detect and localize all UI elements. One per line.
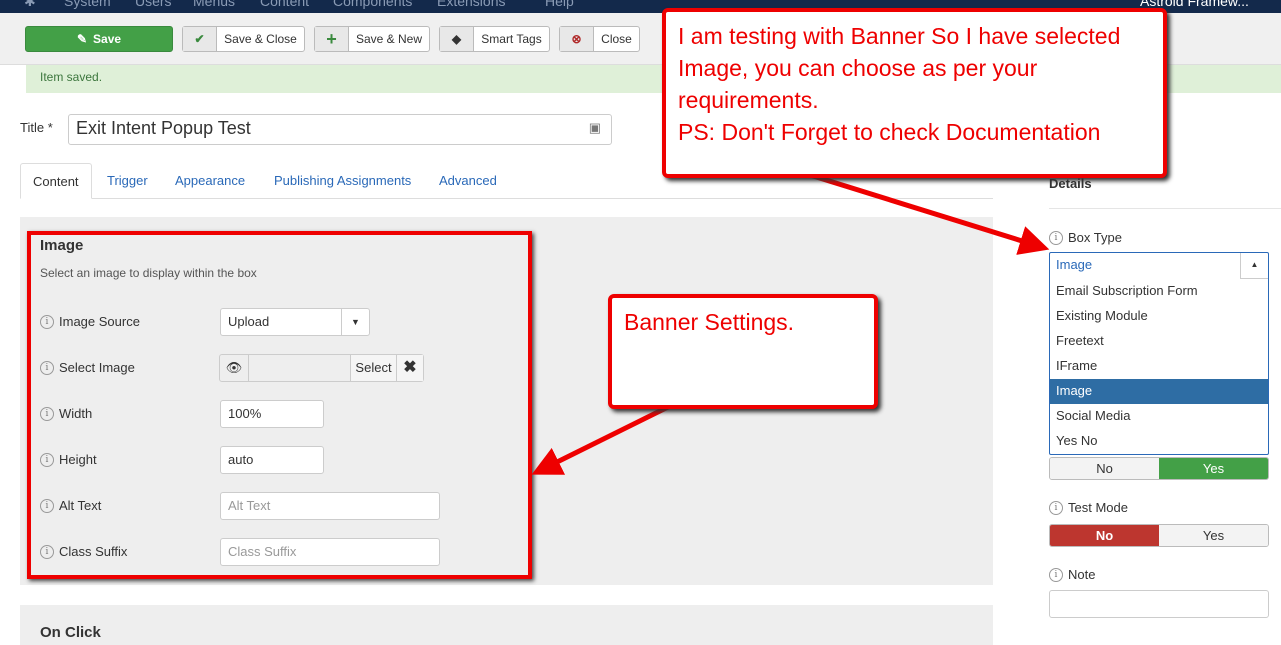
annotation-callout-banner: Banner Settings. [608,294,878,409]
callout-text: I am testing with Banner So I have selec… [678,23,1121,113]
arrow-to-image-settings [531,402,674,475]
annotation-callout-box-type: I am testing with Banner So I have selec… [662,8,1167,178]
callout-ps-text: PS: Don't Forget to check Documentation [678,119,1101,145]
arrow-to-box-type [809,172,1050,255]
